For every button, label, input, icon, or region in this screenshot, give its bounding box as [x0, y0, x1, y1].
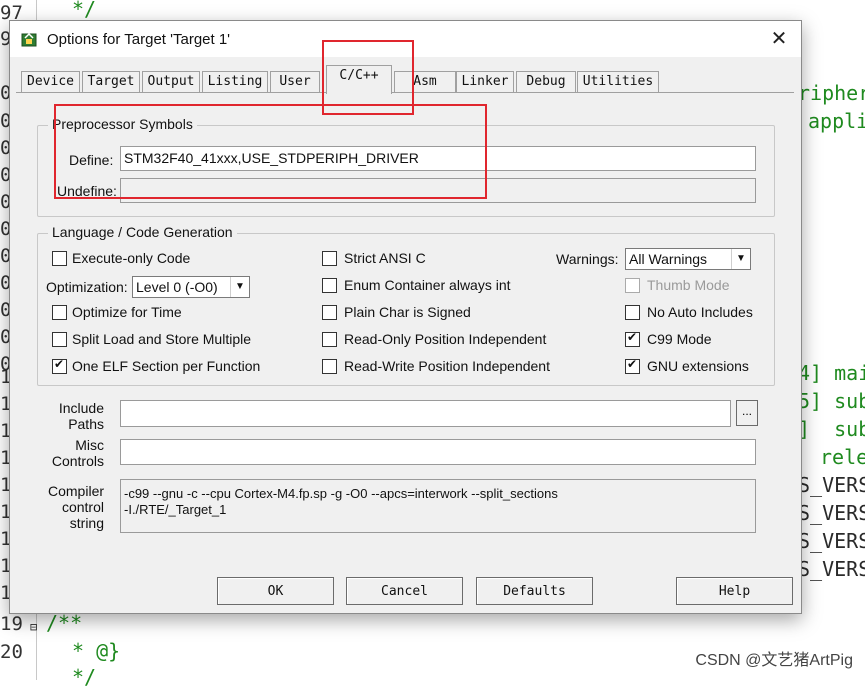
- chevron-down-icon: ▼: [731, 249, 750, 269]
- code-fragment: appli: [808, 109, 865, 133]
- one-elf-section-checkbox[interactable]: [52, 357, 67, 374]
- ro-position-independent-label: Read-Only Position Independent: [344, 331, 547, 347]
- line-number: 19: [0, 613, 23, 635]
- tab-utilities[interactable]: Utilities: [577, 71, 659, 92]
- gnu-extensions-label: GNU extensions: [647, 358, 749, 374]
- code-fragment: ripher: [798, 81, 865, 105]
- language-group-label: Language / Code Generation: [48, 224, 237, 240]
- enum-container-checkbox[interactable]: [322, 278, 337, 293]
- tab-device[interactable]: Device: [21, 71, 80, 92]
- enum-container-label: Enum Container always int: [344, 277, 511, 293]
- no-auto-includes-checkbox[interactable]: [625, 305, 640, 320]
- keil-app-icon: [21, 32, 37, 47]
- tab-target[interactable]: Target: [82, 71, 140, 92]
- help-button[interactable]: Help: [676, 577, 793, 605]
- compiler-control-string-text[interactable]: -c99 --gnu -c --cpu Cortex-M4.fp.sp -g -…: [120, 479, 756, 533]
- strict-ansi-label: Strict ANSI C: [344, 250, 426, 266]
- code-fragment: S_VERS: [798, 529, 865, 553]
- include-paths-browse-button[interactable]: ...: [736, 400, 758, 426]
- watermark: CSDN @文艺猪ArtPig: [695, 652, 853, 669]
- execute-only-checkbox[interactable]: [52, 251, 67, 266]
- tab-linker[interactable]: Linker: [456, 71, 514, 92]
- code-fragment: S_VERS: [798, 473, 865, 497]
- thumb-mode-checkbox[interactable]: [625, 278, 640, 293]
- chevron-down-icon: ▼: [230, 277, 249, 297]
- ro-position-independent-checkbox[interactable]: [322, 332, 337, 347]
- cancel-button[interactable]: Cancel: [346, 577, 463, 605]
- execute-only-label: Execute-only Code: [72, 250, 191, 266]
- fold-marker-icon[interactable]: ⊟: [30, 614, 37, 641]
- optimize-time-label: Optimize for Time: [72, 304, 182, 320]
- tab-c-cpp[interactable]: C/C++: [326, 65, 392, 94]
- split-load-store-checkbox[interactable]: [52, 332, 67, 347]
- optimization-value: Level 0 (-O0): [136, 279, 218, 295]
- misc-controls-label: Misc Controls: [51, 437, 104, 469]
- tab-debug[interactable]: Debug: [516, 71, 576, 92]
- tab-listing[interactable]: Listing: [202, 71, 268, 92]
- tab-output[interactable]: Output: [142, 71, 200, 92]
- c99-mode-checkbox[interactable]: [625, 330, 640, 347]
- code-fragment: ] sub: [798, 417, 865, 441]
- warnings-label: Warnings:: [556, 251, 619, 267]
- code-comment: /**: [46, 611, 83, 635]
- dialog-title: Options for Target 'Target 1': [47, 31, 231, 48]
- warnings-value: All Warnings: [629, 251, 708, 267]
- optimization-label: Optimization:: [46, 279, 128, 295]
- ok-button[interactable]: OK: [217, 577, 334, 605]
- one-elf-section-label: One ELF Section per Function: [72, 358, 261, 374]
- code-fragment: rele: [820, 445, 865, 469]
- rw-position-independent-checkbox[interactable]: [322, 359, 337, 374]
- plain-char-signed-checkbox[interactable]: [322, 305, 337, 320]
- thumb-mode-label: Thumb Mode: [647, 277, 730, 293]
- tab-user[interactable]: User: [270, 71, 320, 92]
- defaults-button[interactable]: Defaults: [476, 577, 593, 605]
- plain-char-signed-label: Plain Char is Signed: [344, 304, 471, 320]
- optimization-select[interactable]: Level 0 (-O0) ▼: [132, 276, 250, 298]
- code-fragment: S_VERS: [798, 557, 865, 581]
- close-button[interactable]: ✕: [765, 27, 793, 51]
- strict-ansi-checkbox[interactable]: [322, 251, 337, 266]
- include-paths-label: Include Paths: [58, 400, 104, 432]
- highlight-box-define: [54, 104, 487, 199]
- gnu-extensions-checkbox[interactable]: [625, 357, 640, 374]
- compiler-control-string-label: Compiler control string: [48, 483, 105, 531]
- code-fragment: 4] mai: [798, 361, 865, 385]
- warnings-select[interactable]: All Warnings ▼: [625, 248, 751, 270]
- line-number: 20: [0, 641, 23, 663]
- include-paths-input[interactable]: [120, 400, 731, 427]
- code-fragment: 5] sub: [798, 389, 865, 413]
- misc-controls-input[interactable]: [120, 439, 756, 465]
- c99-mode-label: C99 Mode: [647, 331, 712, 347]
- rw-position-independent-label: Read-Write Position Independent: [344, 358, 550, 374]
- optimize-time-checkbox[interactable]: [52, 305, 67, 320]
- code-fragment: S_VERS: [798, 501, 865, 525]
- split-load-store-label: Split Load and Store Multiple: [72, 331, 251, 347]
- code-comment: */: [72, 665, 97, 689]
- no-auto-includes-label: No Auto Includes: [647, 304, 753, 320]
- code-comment: * @}: [72, 639, 121, 663]
